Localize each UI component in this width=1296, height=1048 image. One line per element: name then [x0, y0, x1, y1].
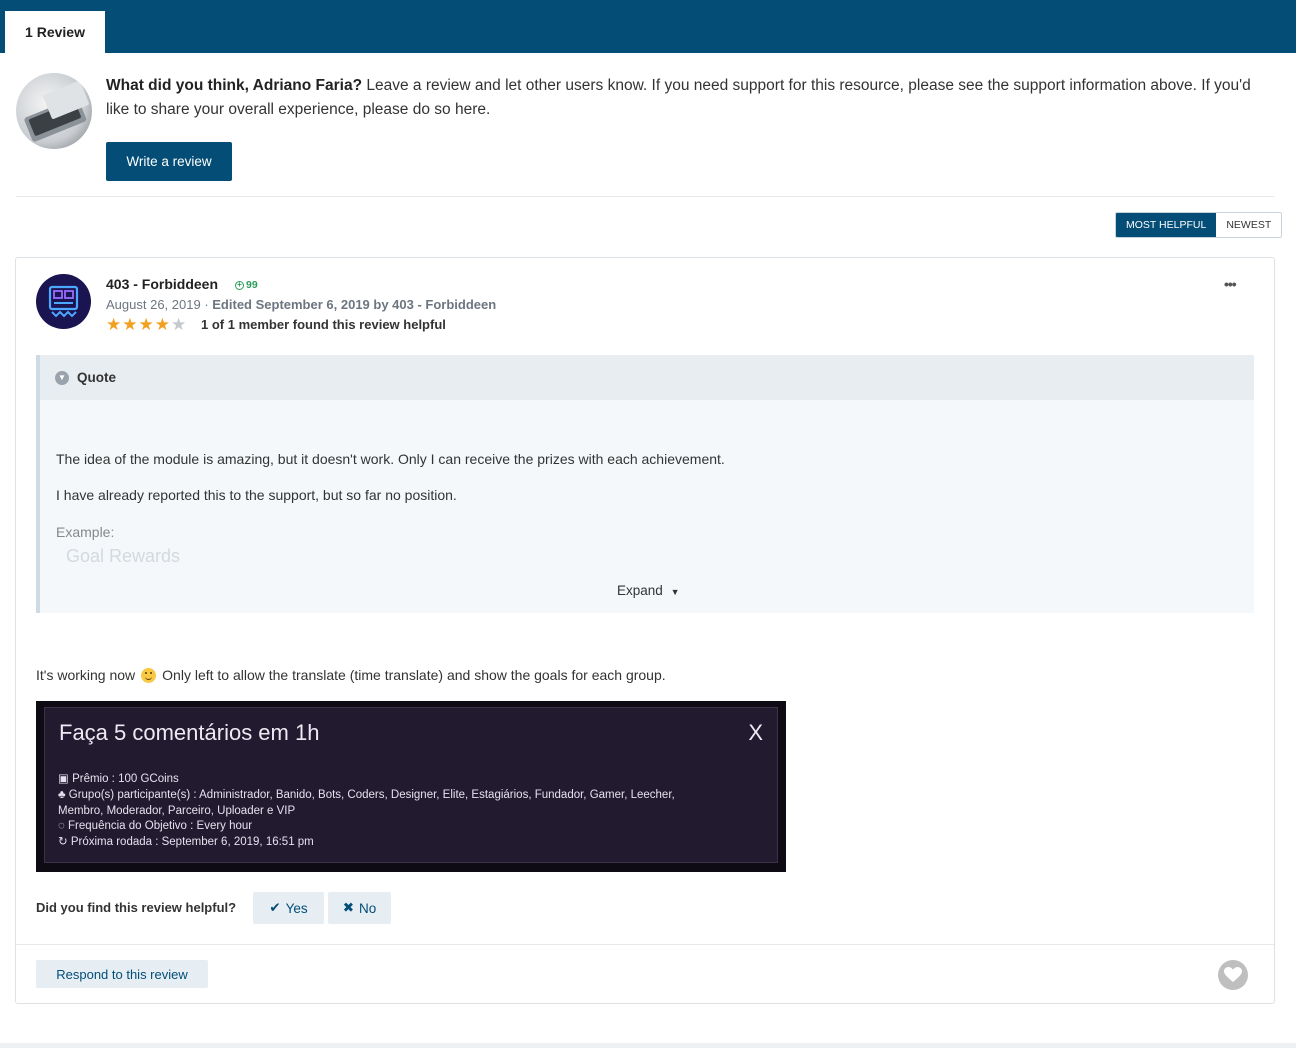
- caret-down-icon: ▼: [670, 587, 680, 597]
- reputation-value: 99: [246, 279, 258, 291]
- embedded-image[interactable]: Faça 5 comentários em 1h X ▣ Prêmio : 10…: [36, 701, 786, 872]
- star-icon: ★: [122, 315, 138, 334]
- embedded-title: Faça 5 comentários em 1h: [59, 720, 320, 745]
- quote-faded-text: Goal Rewards: [66, 546, 181, 566]
- meta-separator: ·: [200, 297, 213, 312]
- review-author[interactable]: 403 - Forbiddeen: [106, 276, 218, 292]
- reputation-icon: +: [235, 280, 244, 290]
- spinner-icon: ◌: [58, 820, 69, 833]
- tab-bar: 1 Review: [0, 0, 1296, 53]
- user-avatar: [16, 73, 92, 149]
- check-icon: ✔: [269, 900, 281, 915]
- quote-paragraph: The idea of the module is amazing, but i…: [56, 451, 725, 467]
- chevron-down-icon: ▼: [55, 370, 69, 385]
- tab-reviews[interactable]: 1 Review: [5, 11, 105, 53]
- sort-toggle: MOST HELPFUL NEWEST: [1115, 212, 1283, 238]
- expand-button[interactable]: Expand ▼: [617, 583, 679, 598]
- body-text-end: Only left to allow the translate (time t…: [162, 667, 666, 683]
- embedded-close: X: [748, 720, 763, 745]
- quote-paragraph: I have already reported this to the supp…: [56, 487, 457, 503]
- review-prompt: What did you think, Adriano Faria? Leave…: [106, 74, 1271, 122]
- star-icon: ★: [154, 315, 170, 334]
- body-text-start: It's working now: [36, 667, 136, 683]
- more-options-icon[interactable]: •••: [1224, 276, 1237, 292]
- reputation-badge: + 99: [235, 279, 258, 291]
- reaction-heart-icon[interactable]: [1218, 960, 1248, 990]
- vote-no-button[interactable]: ✖ No: [328, 892, 391, 924]
- quote-header[interactable]: ▼ Quote: [40, 355, 1254, 400]
- helpful-count: 1 of 1 member found this review helpful: [201, 317, 446, 332]
- footer-strip: [0, 1043, 1296, 1048]
- divider: [16, 196, 1274, 197]
- sort-newest-button[interactable]: NEWEST: [1216, 213, 1282, 237]
- quote-block: ▼ Quote The idea of the module is amazin…: [36, 355, 1254, 613]
- embedded-details: ▣ Prêmio : 100 GCoins ♣ Grupo(s) partici…: [58, 772, 758, 851]
- embedded-line: ◌ Frequência do Objetivo : Every hour: [58, 820, 253, 833]
- star-icon: ★: [171, 315, 187, 334]
- star-rating: ★ ★ ★ ★ ★: [106, 316, 186, 334]
- group-icon: ♣: [58, 788, 69, 801]
- star-icon: ★: [106, 315, 122, 334]
- divider: [16, 944, 1274, 945]
- quote-label: Quote: [77, 370, 116, 385]
- write-review-button[interactable]: Write a review: [106, 142, 232, 181]
- gift-icon: ▣: [58, 773, 73, 785]
- quote-paragraph: Example:: [56, 524, 115, 540]
- embedded-line: ▣ Prêmio : 100 GCoins: [58, 773, 179, 785]
- smile-emoji-icon: [141, 667, 157, 683]
- expand-label: Expand: [617, 583, 663, 598]
- review-date: August 26, 2019: [106, 297, 201, 312]
- author-avatar[interactable]: [36, 274, 91, 329]
- vote-yes-button[interactable]: ✔ Yes: [253, 892, 324, 924]
- refresh-icon: ↻: [58, 836, 71, 849]
- review-meta: August 26, 2019 · Edited September 6, 20…: [106, 297, 496, 312]
- embedded-dialog: Faça 5 comentários em 1h X ▣ Prêmio : 10…: [44, 707, 778, 863]
- helpful-question: Did you find this review helpful?: [36, 900, 237, 915]
- prompt-question: What did you think, Adriano Faria?: [106, 77, 363, 94]
- review-body: It's working now Only left to allow the …: [36, 667, 666, 683]
- close-icon: ✖: [342, 900, 355, 915]
- review-edited: Edited September 6, 2019 by 403 - Forbid…: [212, 297, 497, 312]
- star-icon: ★: [138, 315, 154, 334]
- embedded-line: Membro, Moderador, Parceiro, Uploader e …: [58, 804, 296, 817]
- embedded-line: ♣ Grupo(s) participante(s) : Administrad…: [58, 788, 675, 801]
- embedded-line: ↻ Próxima rodada : September 6, 2019, 16…: [58, 836, 314, 849]
- sort-most-helpful-button[interactable]: MOST HELPFUL: [1116, 213, 1217, 237]
- respond-button[interactable]: Respond to this review: [36, 960, 208, 988]
